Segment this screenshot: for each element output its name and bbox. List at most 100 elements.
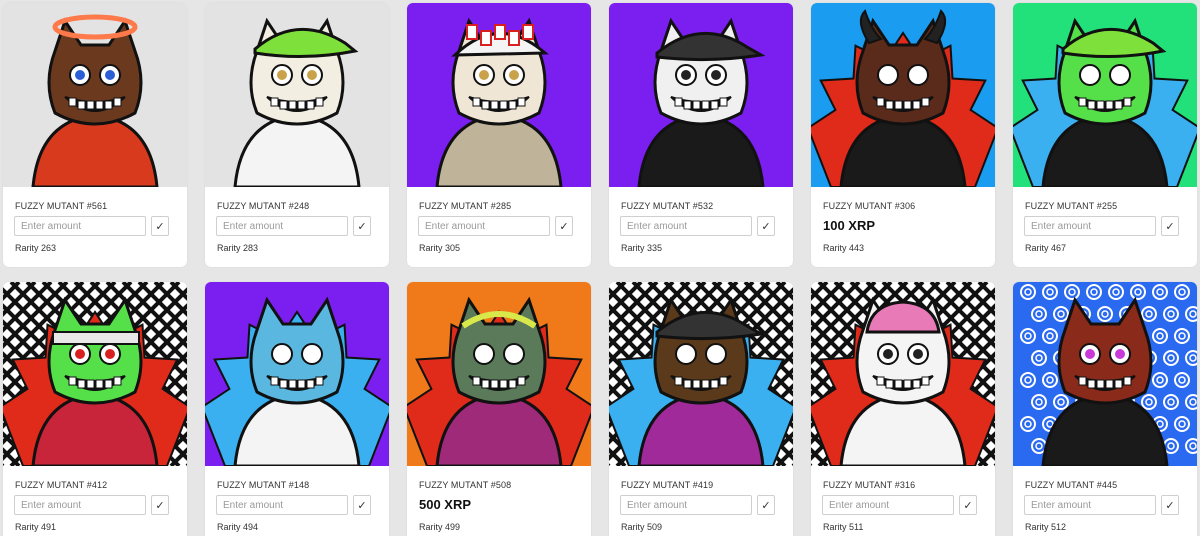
nft-artwork[interactable] xyxy=(811,3,995,187)
nft-artwork[interactable] xyxy=(609,282,793,466)
nft-artwork[interactable] xyxy=(609,3,793,187)
nft-rarity: Rarity 499 xyxy=(419,522,461,532)
nft-artwork[interactable] xyxy=(1013,282,1197,466)
nft-artwork[interactable] xyxy=(3,3,187,187)
nft-name: FUZZY MUTANT #445 xyxy=(1025,480,1118,490)
bid-row: ✓ xyxy=(822,494,987,516)
bid-row: ✓ xyxy=(14,215,179,237)
nft-card[interactable]: FUZZY MUTANT #255 ✓ Rarity 467 xyxy=(1013,3,1197,267)
submit-check-button[interactable]: ✓ xyxy=(959,495,977,515)
nft-info: FUZZY MUTANT #445 ✓ Rarity 512 xyxy=(1013,466,1197,536)
mutant-pupil-right xyxy=(913,70,923,80)
mutant-pupil-right xyxy=(1115,349,1125,359)
submit-check-button[interactable]: ✓ xyxy=(151,495,169,515)
nft-rarity: Rarity 335 xyxy=(621,243,663,253)
nft-card[interactable]: FUZZY MUTANT #412 ✓ Rarity 491 xyxy=(3,282,187,536)
nft-rarity: Rarity 512 xyxy=(1025,522,1067,532)
nft-artwork[interactable] xyxy=(205,282,389,466)
mutant-pupil-left xyxy=(277,349,287,359)
nft-image xyxy=(205,282,389,466)
nft-rarity: Rarity 305 xyxy=(419,243,461,253)
amount-input[interactable] xyxy=(216,495,348,515)
submit-check-button[interactable]: ✓ xyxy=(757,495,775,515)
submit-check-button[interactable]: ✓ xyxy=(151,216,169,236)
mutant-pupil-left xyxy=(75,349,85,359)
nft-artwork[interactable] xyxy=(407,282,591,466)
nft-image xyxy=(811,3,995,187)
nft-card[interactable]: FUZZY MUTANT #508 500 XRP Rarity 499 xyxy=(407,282,591,536)
mutant-pupil-right xyxy=(105,349,115,359)
nft-info: FUZZY MUTANT #285 ✓ Rarity 305 xyxy=(407,187,591,267)
nft-artwork[interactable] xyxy=(1013,3,1197,187)
nft-card[interactable]: FUZZY MUTANT #316 ✓ Rarity 511 xyxy=(811,282,995,536)
nft-rarity: Rarity 443 xyxy=(823,243,865,253)
nft-name: FUZZY MUTANT #412 xyxy=(15,480,108,490)
submit-check-button[interactable]: ✓ xyxy=(353,495,371,515)
amount-input[interactable] xyxy=(1024,495,1156,515)
nft-card[interactable]: FUZZY MUTANT #285 ✓ Rarity 305 xyxy=(407,3,591,267)
nft-name: FUZZY MUTANT #255 xyxy=(1025,201,1118,211)
nft-info: FUZZY MUTANT #561 ✓ Rarity 263 xyxy=(3,187,187,267)
nft-card[interactable]: FUZZY MUTANT #419 ✓ Rarity 509 xyxy=(609,282,793,536)
nft-name: FUZZY MUTANT #285 xyxy=(419,201,512,211)
nft-info: FUZZY MUTANT #316 ✓ Rarity 511 xyxy=(811,466,995,536)
amount-input[interactable] xyxy=(14,216,146,236)
nft-rarity: Rarity 494 xyxy=(217,522,259,532)
bid-row: ✓ xyxy=(1024,215,1189,237)
submit-check-button[interactable]: ✓ xyxy=(555,216,573,236)
amount-input[interactable] xyxy=(620,216,752,236)
nft-card[interactable]: FUZZY MUTANT #148 ✓ Rarity 494 xyxy=(205,282,389,536)
nft-name: FUZZY MUTANT #316 xyxy=(823,480,916,490)
submit-check-button[interactable]: ✓ xyxy=(757,216,775,236)
submit-check-button[interactable]: ✓ xyxy=(1161,216,1179,236)
mutant-pupil-right xyxy=(711,349,721,359)
bid-row: ✓ xyxy=(14,494,179,516)
nft-grid: FUZZY MUTANT #561✓Rarity 263FUZZY MUTANT… xyxy=(0,0,1200,536)
nft-image xyxy=(811,282,995,466)
amount-input[interactable] xyxy=(1024,216,1156,236)
mutant-pupil-right xyxy=(711,70,721,80)
mutant-pupil-left xyxy=(883,349,893,359)
nft-info: FUZZY MUTANT #532 ✓ Rarity 335 xyxy=(609,187,793,267)
amount-input[interactable] xyxy=(14,495,146,515)
nft-rarity: Rarity 263 xyxy=(15,243,57,253)
nft-card[interactable]: FUZZY MUTANT #445 ✓ Rarity 512 xyxy=(1013,282,1197,536)
submit-check-button[interactable]: ✓ xyxy=(353,216,371,236)
nft-image xyxy=(609,3,793,187)
nft-artwork[interactable] xyxy=(407,3,591,187)
mutant-pupil-left xyxy=(75,70,85,80)
submit-check-button[interactable]: ✓ xyxy=(1161,495,1179,515)
nft-info: FUZZY MUTANT #419 ✓ Rarity 509 xyxy=(609,466,793,536)
amount-input[interactable] xyxy=(822,495,954,515)
nft-card[interactable]: FUZZY MUTANT #532 ✓ Rarity 335 xyxy=(609,3,793,267)
nft-artwork[interactable] xyxy=(205,3,389,187)
bid-row: ✓ xyxy=(216,215,381,237)
mutant-pupil-left xyxy=(1085,349,1095,359)
nft-image xyxy=(3,3,187,187)
nft-info: FUZZY MUTANT #255 ✓ Rarity 467 xyxy=(1013,187,1197,267)
bid-row: ✓ xyxy=(620,215,785,237)
mutant-pupil-right xyxy=(307,349,317,359)
nft-rarity: Rarity 491 xyxy=(15,522,57,532)
nft-rarity: Rarity 509 xyxy=(621,522,663,532)
nft-artwork[interactable] xyxy=(3,282,187,466)
nft-name: FUZZY MUTANT #148 xyxy=(217,480,310,490)
mutant-pupil-left xyxy=(479,349,489,359)
nft-card[interactable]: FUZZY MUTANT #561 ✓ Rarity 263 xyxy=(3,3,187,267)
bid-row: ✓ xyxy=(1024,494,1189,516)
amount-input[interactable] xyxy=(620,495,752,515)
nft-card[interactable]: FUZZY MUTANT #306 100 XRP Rarity 443 xyxy=(811,3,995,267)
mutant-pupil-left xyxy=(1085,70,1095,80)
nft-image xyxy=(3,282,187,466)
nft-card[interactable]: FUZZY MUTANT #248 ✓ Rarity 283 xyxy=(205,3,389,267)
amount-input[interactable] xyxy=(418,216,550,236)
nft-info: FUZZY MUTANT #148 ✓ Rarity 494 xyxy=(205,466,389,536)
amount-input[interactable] xyxy=(216,216,348,236)
nft-image xyxy=(407,282,591,466)
nft-name: FUZZY MUTANT #248 xyxy=(217,201,310,211)
bid-row: ✓ xyxy=(418,215,583,237)
nft-image xyxy=(407,3,591,187)
nft-info: FUZZY MUTANT #508 500 XRP Rarity 499 xyxy=(407,466,591,536)
nft-image xyxy=(1013,282,1197,466)
nft-artwork[interactable] xyxy=(811,282,995,466)
